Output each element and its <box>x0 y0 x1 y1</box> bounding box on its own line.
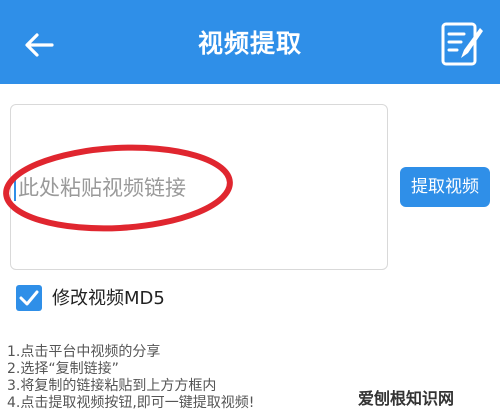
modify-md5-label: 修改视频MD5 <box>52 288 165 309</box>
edit-note-icon[interactable] <box>440 20 484 68</box>
text-cursor <box>14 176 16 201</box>
checkmark-icon <box>19 290 39 306</box>
input-placeholder: 此处粘贴视频链接 <box>18 176 186 200</box>
app-header: 视频提取 <box>0 0 500 84</box>
modify-md5-checkbox[interactable] <box>16 285 42 311</box>
watermark: 爱刨根知识网 <box>352 384 498 414</box>
page-title: 视频提取 <box>197 29 302 58</box>
instruction-item: 1.点击平台中视频的分享 <box>7 344 161 360</box>
extract-video-button[interactable]: 提取视频 <box>400 167 490 207</box>
instruction-item: 2.选择“复制链接” <box>7 361 119 377</box>
watermark-text: 爱刨根知识网 <box>358 389 455 408</box>
